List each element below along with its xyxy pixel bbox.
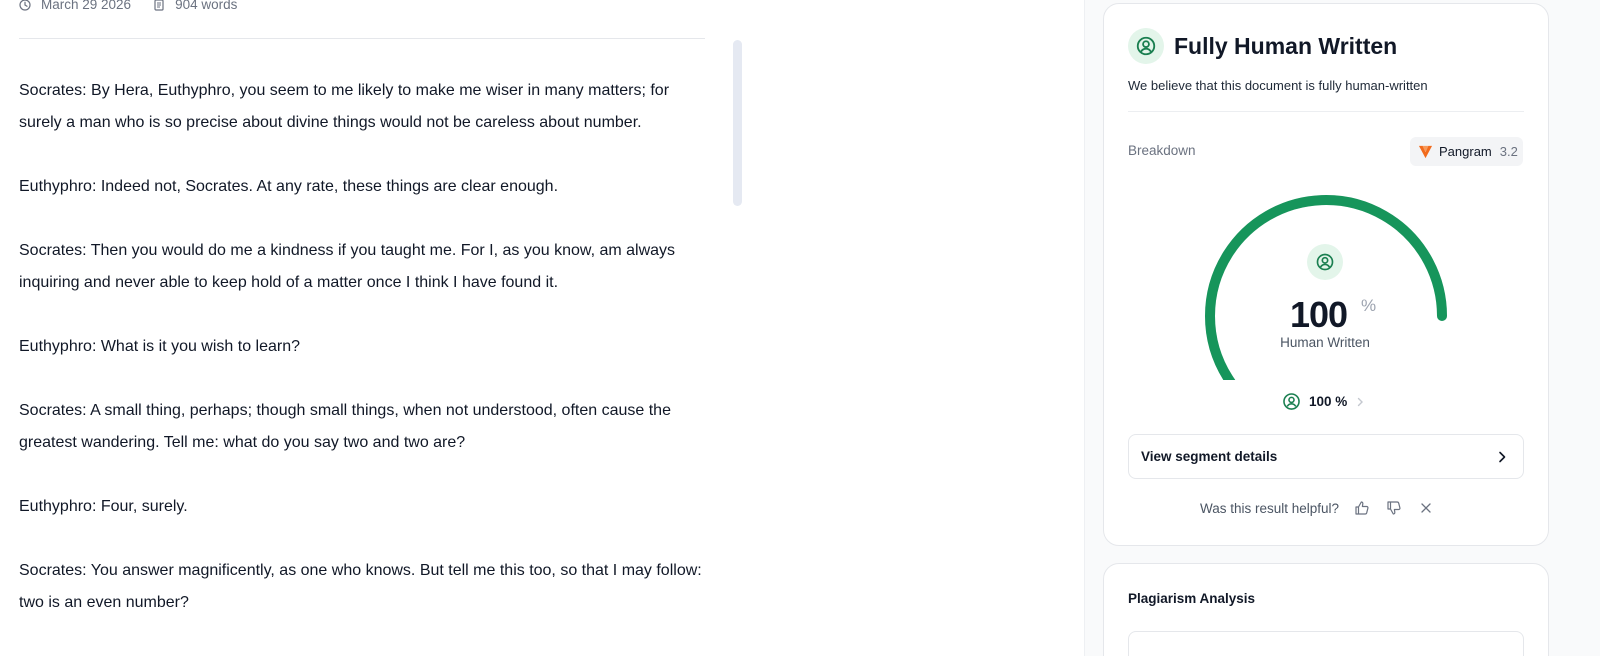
human-percent-row[interactable]: 100 % <box>1282 392 1365 411</box>
pangram-logo-icon <box>1418 145 1433 159</box>
model-name: Pangram <box>1439 144 1492 159</box>
document-date: March 29 2026 <box>19 0 131 12</box>
gauge-unit: % <box>1361 296 1377 315</box>
document-body: Socrates: By Hera, Euthyphro, you seem t… <box>19 75 709 651</box>
gauge-badge <box>1307 244 1343 280</box>
clock-icon <box>19 0 31 11</box>
model-version-chip[interactable]: Pangram 3.2 <box>1410 137 1523 166</box>
view-segment-details-button[interactable]: View segment details <box>1128 434 1524 479</box>
result-subtitle: We believe that this document is fully h… <box>1128 78 1428 93</box>
result-header: Fully Human Written <box>1128 28 1397 64</box>
plagiarism-title: Plagiarism Analysis <box>1128 591 1256 606</box>
document-paragraph: Euthyphro: Indeed not, Socrates. At any … <box>19 178 559 195</box>
document-paragraph: Euthyphro: What is it you wish to learn? <box>19 338 301 355</box>
date-text: March 29 2026 <box>41 0 132 12</box>
human-score-gauge <box>1205 195 1447 380</box>
document-paragraph: Euthyphro: Four, surely. <box>19 498 188 515</box>
person-circle-icon <box>1136 36 1156 56</box>
document-meta: March 29 2026 904 words <box>19 0 259 12</box>
plagiarism-field[interactable] <box>1128 631 1524 656</box>
chevron-right-icon <box>1499 451 1506 462</box>
document-divider <box>19 38 705 39</box>
card-divider <box>1128 111 1524 112</box>
close-icon <box>1421 503 1431 513</box>
person-circle-icon <box>1283 393 1300 410</box>
gauge-value: 100 <box>1290 294 1348 335</box>
document-word-count: 904 words <box>153 0 237 12</box>
thumbs-down-button[interactable] <box>1385 499 1403 517</box>
person-circle-icon <box>1316 253 1334 271</box>
plagiarism-analysis-card: Plagiarism Analysis <box>1103 563 1549 656</box>
document-paragraph: Socrates: A small thing, perhaps; though… <box>19 402 671 451</box>
word-count-text: 904 words <box>175 0 238 12</box>
human-percent-value: 100 % <box>1309 394 1348 409</box>
thumbs-up-icon <box>1355 501 1369 515</box>
document-icon <box>154 0 164 11</box>
results-panel: Fully Human Written We believe that this… <box>1084 0 1600 656</box>
chevron-right-icon <box>1358 397 1364 406</box>
model-version: 3.2 <box>1499 144 1518 159</box>
document-paragraph: Socrates: You answer magnificently, as o… <box>19 562 702 611</box>
thumbs-up-button[interactable] <box>1353 499 1371 517</box>
gauge-value-arc <box>1205 195 1447 380</box>
segment-button-label: View segment details <box>1141 449 1278 464</box>
gauge-label: Human Written <box>1280 335 1370 350</box>
document-paragraph: Socrates: Then you would do me a kindnes… <box>19 242 676 291</box>
result-title: Fully Human Written <box>1174 32 1398 59</box>
feedback-question: Was this result helpful? <box>1200 500 1340 516</box>
feedback-row: Was this result helpful? <box>1200 499 1435 517</box>
thumbs-down-icon <box>1387 501 1401 515</box>
dismiss-feedback-button[interactable] <box>1417 499 1435 517</box>
breakdown-label: Breakdown <box>1128 143 1196 158</box>
document-scrollbar[interactable] <box>733 40 742 206</box>
ai-detection-result-card: Fully Human Written We believe that this… <box>1103 3 1549 546</box>
document-pane: March 29 2026 904 words Socrates: By Her… <box>0 0 1110 656</box>
result-badge <box>1128 28 1164 64</box>
document-paragraph: Socrates: By Hera, Euthyphro, you seem t… <box>19 82 670 131</box>
